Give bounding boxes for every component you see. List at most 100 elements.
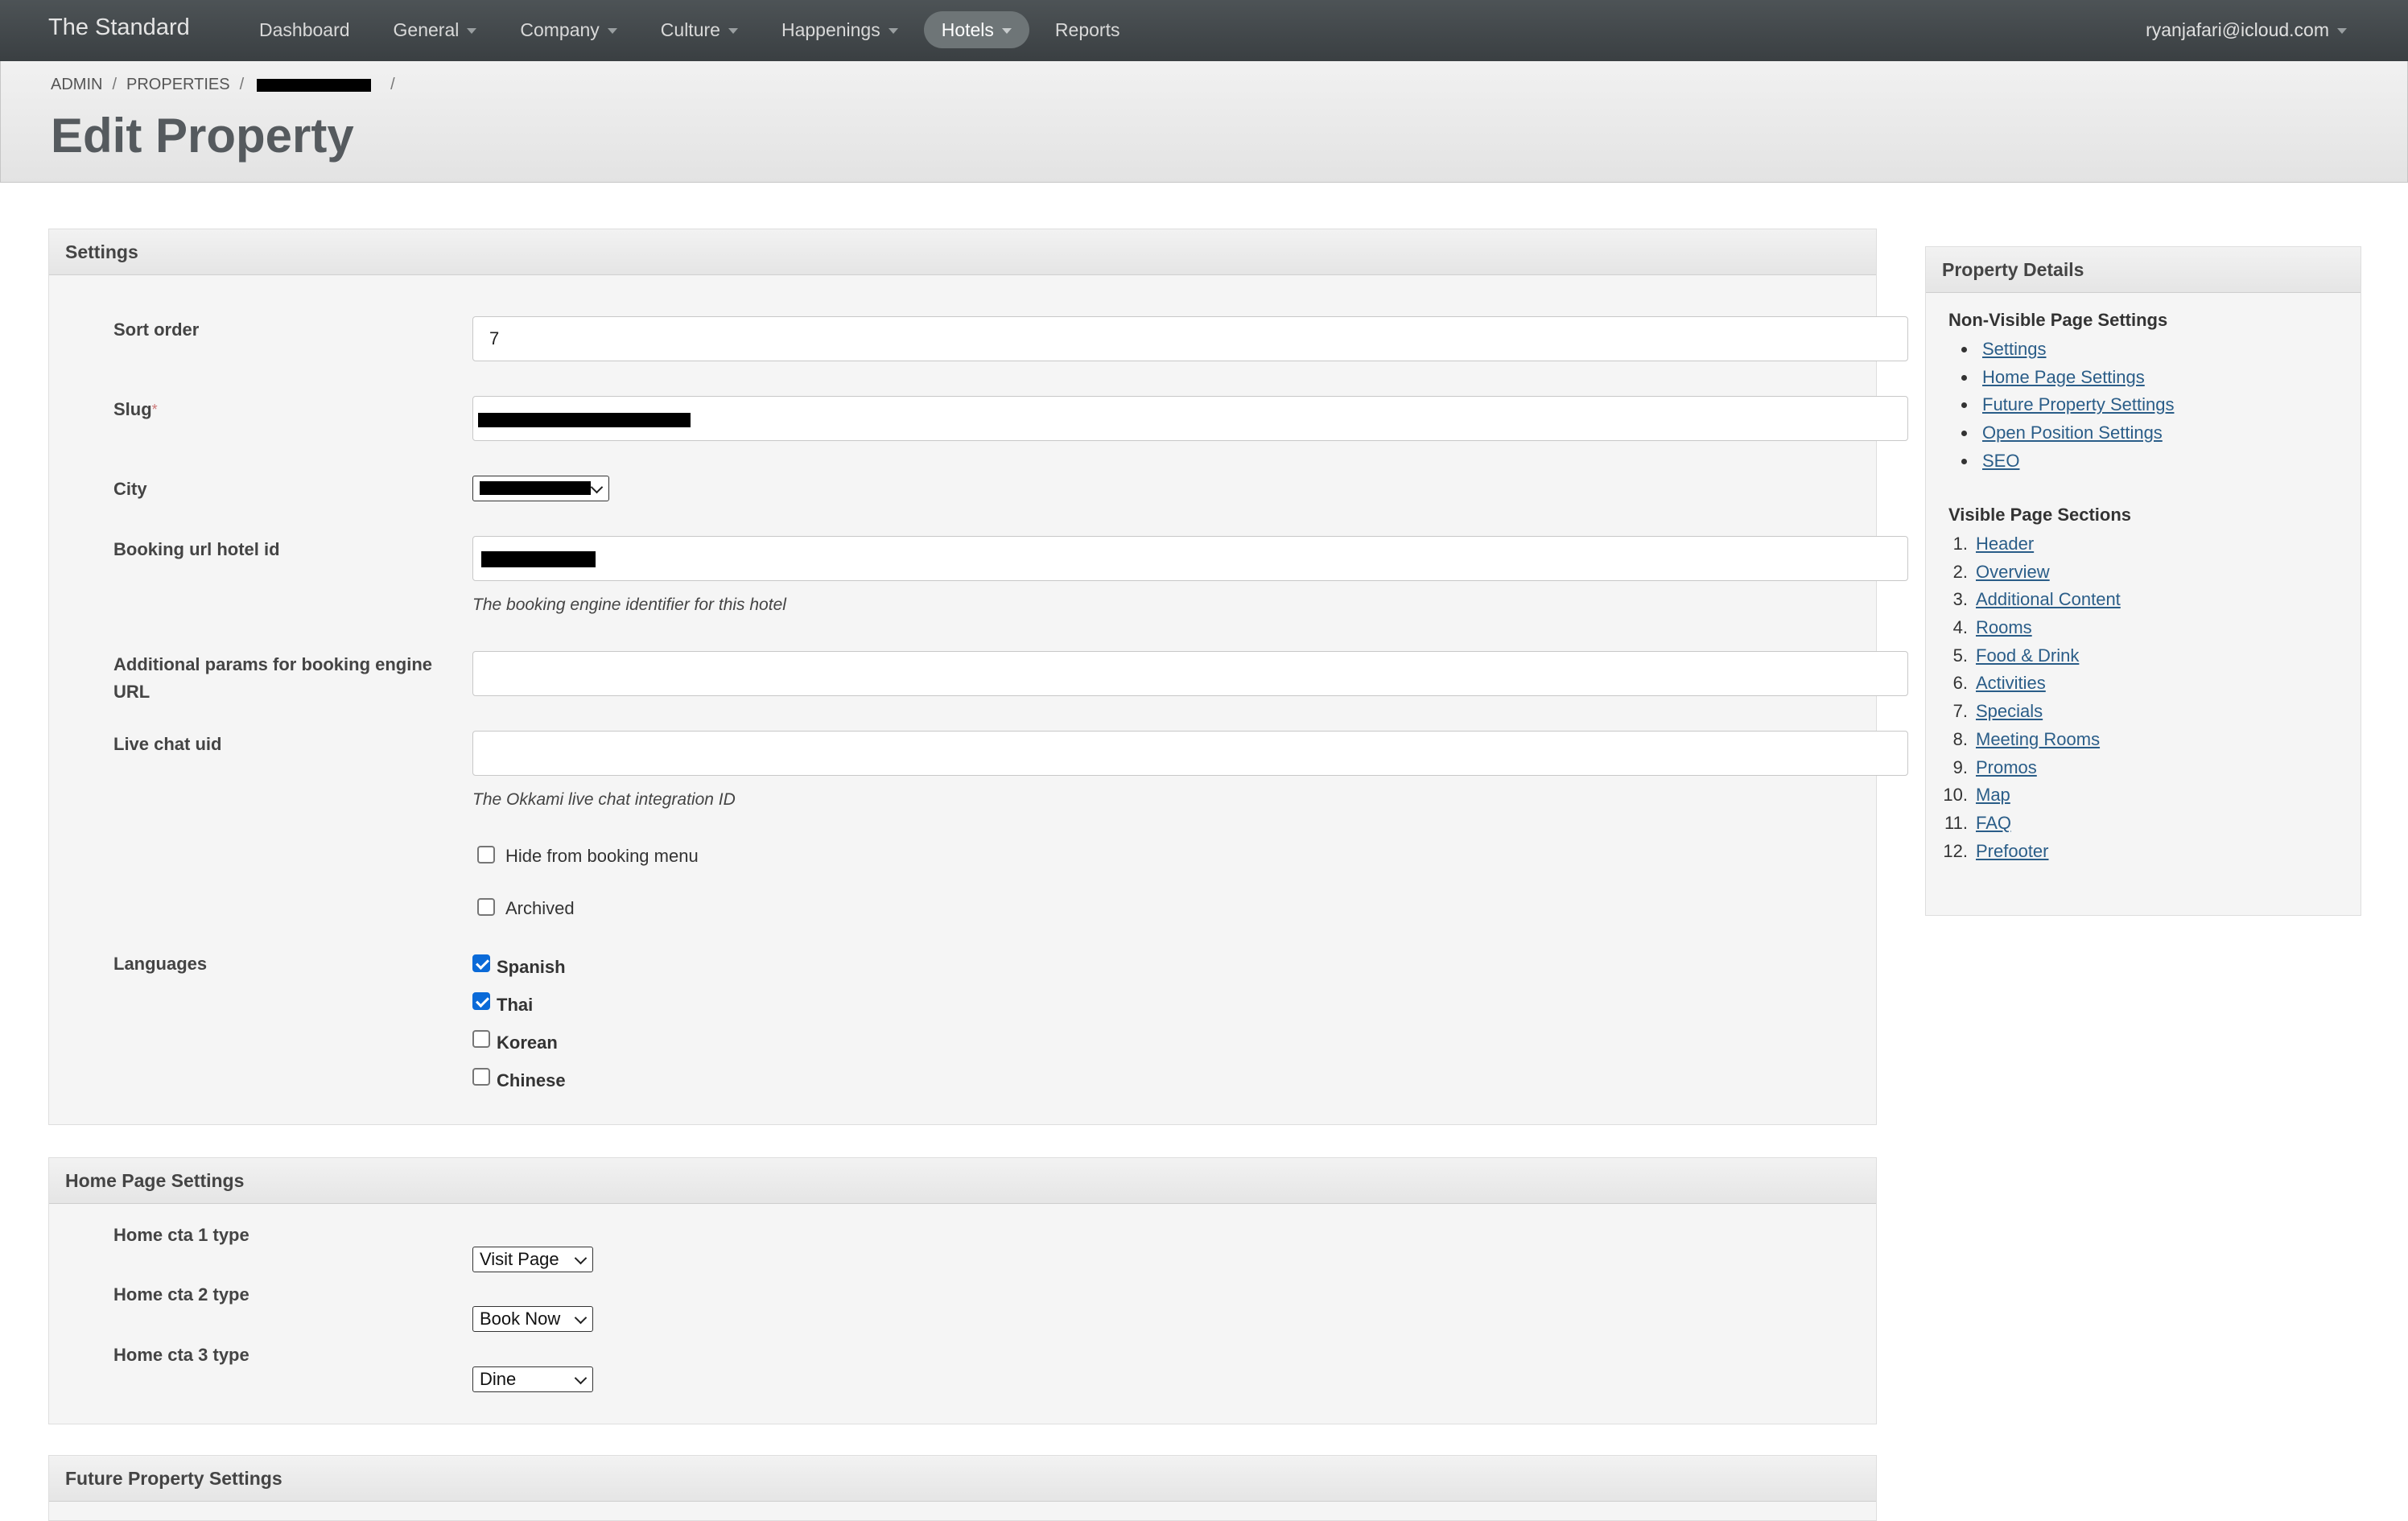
home-cta3-label: Home cta 3 type [113, 1345, 249, 1365]
home-cta3-select[interactable]: Dine [472, 1366, 593, 1392]
list-item: 9. Promos [1937, 754, 2121, 782]
home-cta2-select[interactable]: Book Now [472, 1306, 593, 1332]
hide-from-booking-checkbox[interactable] [477, 846, 495, 864]
chevron-down-icon [590, 480, 604, 494]
list-item: 12. Prefooter [1937, 838, 2121, 866]
breadcrumb-separator: / [239, 76, 245, 93]
list-item: 10. Map [1937, 781, 2121, 810]
link-settings[interactable]: Settings [1982, 336, 2047, 364]
bullet-icon [1961, 402, 1967, 409]
breadcrumb-property-redacted[interactable] [254, 77, 381, 93]
home-cta1-label: Home cta 1 type [113, 1225, 249, 1245]
home-cta2-label: Home cta 2 type [113, 1284, 249, 1305]
language-chinese-label: Chinese [497, 1070, 566, 1090]
redacted-hotel-id-value [481, 551, 596, 567]
sort-order-label: Sort order [113, 319, 200, 340]
city-select[interactable] [472, 476, 609, 501]
chevron-down-icon [574, 1251, 588, 1265]
slug-input[interactable] [472, 396, 1908, 441]
additional-params-input[interactable] [472, 651, 1908, 696]
home-cta3-value: Dine [480, 1369, 517, 1389]
home-cta1-select[interactable]: Visit Page [472, 1247, 593, 1272]
bullet-icon [1961, 346, 1967, 352]
link-map[interactable]: Map [1976, 781, 2010, 810]
list-item: Home Page Settings [1948, 364, 2174, 392]
link-header[interactable]: Header [1976, 530, 2034, 559]
list-item: 11. FAQ [1937, 810, 2121, 838]
nav-hotels[interactable]: Hotels [923, 11, 1029, 48]
booking-hotel-id-input[interactable] [472, 536, 1908, 581]
list-item: SEO [1948, 447, 2174, 476]
city-label: City [113, 479, 147, 499]
language-spanish-label: Spanish [497, 957, 566, 977]
link-specials[interactable]: Specials [1976, 698, 2043, 726]
link-food-drink[interactable]: Food & Drink [1976, 642, 2079, 670]
nav-happenings[interactable]: Happenings [764, 11, 916, 48]
nav-dashboard[interactable]: Dashboard [241, 11, 368, 48]
list-item: Open Position Settings [1948, 419, 2174, 447]
bullet-icon [1961, 458, 1967, 464]
language-spanish-checkbox[interactable] [472, 954, 490, 972]
link-additional-content[interactable]: Additional Content [1976, 586, 2121, 614]
brand-logo-text[interactable]: The Standard [48, 14, 190, 41]
settings-panel-heading: Settings [49, 229, 1876, 275]
link-home-page-settings[interactable]: Home Page Settings [1982, 364, 2145, 392]
language-thai-checkbox[interactable] [472, 992, 490, 1010]
link-meeting-rooms[interactable]: Meeting Rooms [1976, 726, 2100, 754]
list-number: 2. [1952, 561, 1968, 582]
list-item: 1. Header [1937, 530, 2121, 559]
home-page-settings-heading: Home Page Settings [49, 1158, 1876, 1204]
nav-general[interactable]: General [376, 11, 495, 48]
sort-order-input[interactable]: 7 [472, 316, 1908, 361]
list-number: 6. [1952, 673, 1968, 694]
breadcrumb-separator: / [390, 76, 395, 93]
list-number: 8. [1952, 728, 1968, 749]
nav-reports[interactable]: Reports [1037, 11, 1138, 48]
home-page-settings-panel: Home Page Settings Home cta 1 type Visit… [48, 1157, 1877, 1424]
list-number: 9. [1952, 756, 1968, 777]
visible-sections-title: Visible Page Sections [1948, 505, 2132, 525]
visible-sections-list: 1. Header 2. Overview 3. Additional Content… [1937, 530, 2121, 866]
user-menu[interactable]: ryanjafari@icloud.com [2146, 11, 2347, 48]
nav-reports-label: Reports [1054, 19, 1120, 40]
list-number: 4. [1952, 617, 1968, 638]
settings-panel: Settings Sort order 7 Slug* City Booking… [48, 229, 1908, 1125]
nav-culture[interactable]: Culture [643, 11, 756, 48]
link-faq[interactable]: FAQ [1976, 810, 2011, 838]
main-nav: Dashboard General Company Culture Happen… [241, 11, 1145, 48]
link-prefooter[interactable]: Prefooter [1976, 838, 2049, 866]
list-item: 2. Overview [1937, 559, 2121, 587]
language-korean-label: Korean [497, 1033, 558, 1053]
breadcrumb-properties[interactable]: PROPERTIES [126, 76, 230, 94]
nav-culture-label: Culture [660, 19, 720, 40]
bullet-icon [1961, 374, 1967, 381]
chevron-down-icon [607, 28, 617, 34]
list-item: Settings [1948, 336, 2174, 364]
chevron-down-icon [1001, 28, 1012, 34]
link-seo[interactable]: SEO [1982, 447, 2019, 476]
link-rooms[interactable]: Rooms [1976, 614, 2032, 642]
redacted-city-value [480, 481, 591, 495]
list-number: 11. [1944, 812, 1968, 833]
non-visible-settings-title: Non-Visible Page Settings [1948, 310, 2168, 330]
nav-company[interactable]: Company [502, 11, 634, 48]
live-chat-input[interactable] [472, 731, 1908, 776]
archived-checkbox[interactable] [477, 898, 495, 916]
slug-label: Slug* [113, 396, 158, 423]
future-property-settings-panel: Future Property Settings [48, 1455, 1877, 1521]
link-future-property-settings[interactable]: Future Property Settings [1982, 391, 2174, 419]
list-number: 1. [1952, 534, 1968, 554]
list-number: 10. [1943, 785, 1968, 806]
chevron-down-icon [2337, 28, 2347, 34]
link-overview[interactable]: Overview [1976, 559, 2050, 587]
list-item: Future Property Settings [1948, 391, 2174, 419]
link-promos[interactable]: Promos [1976, 754, 2037, 782]
language-chinese-checkbox[interactable] [472, 1068, 490, 1086]
nav-hotels-label: Hotels [941, 19, 994, 40]
additional-params-label: Additional params for booking engine URL [113, 654, 433, 702]
property-details-heading: Property Details [1926, 247, 2361, 293]
breadcrumb-admin[interactable]: ADMIN [51, 76, 102, 94]
language-korean-checkbox[interactable] [472, 1030, 490, 1048]
link-activities[interactable]: Activities [1976, 670, 2046, 698]
link-open-position-settings[interactable]: Open Position Settings [1982, 419, 2163, 447]
